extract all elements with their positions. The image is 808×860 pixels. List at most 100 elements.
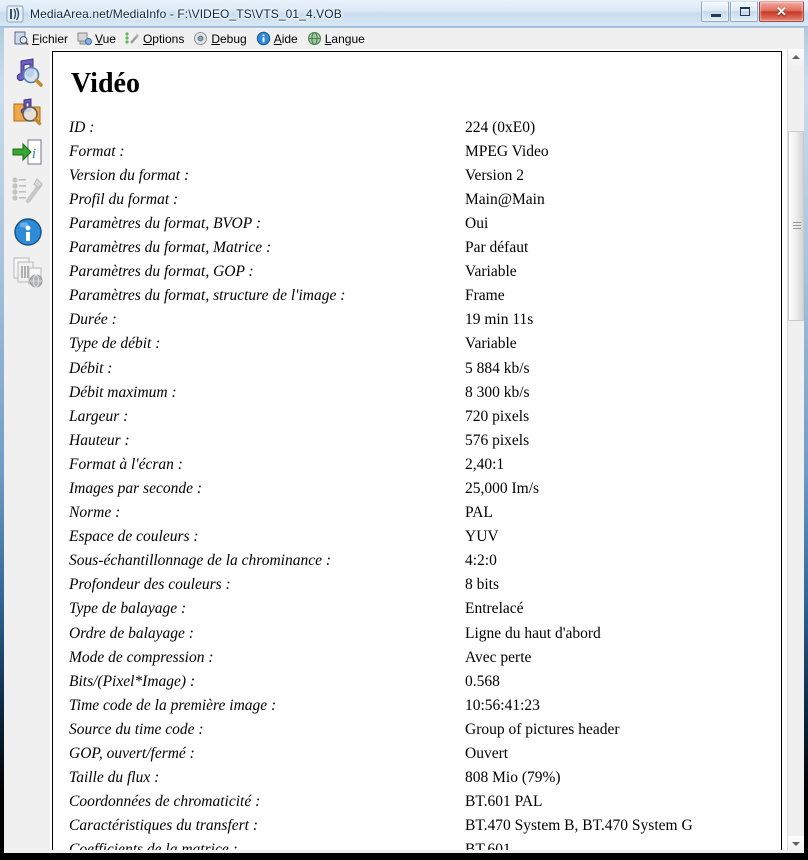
menu-item-vue[interactable]: Vue xyxy=(75,29,123,48)
menu-label-vue: Vue xyxy=(95,31,116,46)
menu-item-aide[interactable]: Aide xyxy=(254,29,305,48)
close-button[interactable]: ✕ xyxy=(759,1,804,22)
property-key: Format : xyxy=(69,142,125,160)
preferences-button[interactable] xyxy=(11,175,45,209)
property-key: Type de débit : xyxy=(69,335,161,353)
close-icon: ✕ xyxy=(776,3,787,19)
table-row: Durée : 19 min 11s xyxy=(69,309,781,333)
property-value: BT.470 System B, BT.470 System G xyxy=(465,817,693,835)
speaker-wave-icon xyxy=(6,5,24,23)
property-value: 0.568 xyxy=(465,672,500,690)
music-magnifier-icon xyxy=(16,58,43,87)
property-key: Paramètres du format, GOP : xyxy=(69,263,254,281)
property-key: GOP, ouvert/fermé : xyxy=(69,745,195,763)
import-button[interactable]: i xyxy=(11,135,45,169)
menu-label-debug: Debug xyxy=(211,31,247,46)
menu-item-debug[interactable]: Debug xyxy=(191,29,253,48)
property-value: Avec perte xyxy=(465,648,532,666)
property-value: MPEG Video xyxy=(465,142,549,160)
property-value: YUV xyxy=(465,528,499,546)
property-key: Type de balayage : xyxy=(69,600,187,618)
property-value: Variable xyxy=(465,263,517,281)
property-key: Norme : xyxy=(69,504,121,522)
window-controls: ✕ xyxy=(700,1,804,22)
table-row: Coordonnées de chromaticité : BT.601 PAL xyxy=(69,791,781,815)
property-value: Ouvert xyxy=(465,745,509,763)
video-properties-table: ID : 224 (0xE0) Format : MPEG Video Version … xyxy=(69,116,781,853)
maximize-button[interactable] xyxy=(730,1,758,22)
svg-text:i: i xyxy=(32,146,36,162)
property-key: Profil du format : xyxy=(69,190,179,208)
menu-item-langue[interactable]: Langue xyxy=(305,29,372,48)
property-value: 2,40:1 xyxy=(465,455,505,473)
property-key: Format à l'écran : xyxy=(69,455,183,473)
property-value: 25,000 Im/s xyxy=(465,480,540,497)
property-value: 10:56:41:23 xyxy=(465,696,540,714)
property-key: Débit maximum : xyxy=(69,383,177,401)
property-key: Bits/(Pixel*Image) : xyxy=(69,672,196,690)
file-search-icon xyxy=(14,31,29,46)
table-row: Caractéristiques du transfert : BT.470 Sy… xyxy=(69,815,781,839)
menu-item-fichier[interactable]: Fichier xyxy=(12,29,75,48)
table-row: Profil du format : Main@Main xyxy=(69,188,781,212)
scroll-down-icon xyxy=(792,842,800,846)
property-value: PAL xyxy=(465,504,493,522)
property-key: Images par seconde : xyxy=(69,480,203,497)
table-row: Paramètres du format, Matrice : Par défau… xyxy=(69,236,781,260)
open-file-button[interactable] xyxy=(11,55,45,89)
folder-magnifier-icon xyxy=(13,98,42,126)
property-value: 720 pixels xyxy=(465,407,530,425)
table-row: Type de débit : Variable xyxy=(69,333,781,357)
table-row: Taille du flux : 808 Mio (79%) xyxy=(69,767,781,791)
application-window: MediaArea.net/MediaInfo - F:\VIDEO_TS\VT… xyxy=(0,0,808,860)
menu-label-langue: Langue xyxy=(324,31,365,46)
table-row: GOP, ouvert/fermé : Ouvert xyxy=(69,742,781,766)
table-row: Bits/(Pixel*Image) : 0.568 xyxy=(69,670,781,694)
menu-label-fichier: Fichier xyxy=(32,31,69,46)
property-key: Ordre de balayage : xyxy=(69,624,194,642)
document-globe-icon xyxy=(13,257,43,288)
property-value: 224 (0xE0) xyxy=(465,118,536,136)
property-value: 4:2:0 xyxy=(465,552,497,570)
table-row: ID : 224 (0xE0) xyxy=(69,116,781,140)
property-value: Entrelacé xyxy=(465,600,524,618)
table-row: Format à l'écran : 2,40:1 xyxy=(69,453,781,477)
left-toolbar: i xyxy=(4,49,50,853)
property-value: Par défaut xyxy=(465,239,529,257)
property-value: Oui xyxy=(465,214,489,232)
property-key: Coordonnées de chromaticité : xyxy=(69,793,261,811)
minimize-icon xyxy=(711,14,721,17)
open-folder-button[interactable] xyxy=(11,95,45,129)
menu-item-options[interactable]: Options xyxy=(123,29,191,48)
property-value: Group of pictures header xyxy=(465,720,620,738)
client-area: Fichier Vue Options Debug Aide Langue i … xyxy=(4,28,804,853)
property-key: Hauteur : xyxy=(69,431,130,449)
property-key: Caractéristiques du transfert : xyxy=(69,817,259,835)
help-info-icon xyxy=(256,31,271,46)
property-value: BT.601 PAL xyxy=(465,793,543,811)
vertical-scrollbar[interactable] xyxy=(787,49,804,853)
window-title: MediaArea.net/MediaInfo - F:\VIDEO_TS\VT… xyxy=(30,6,342,21)
scrollbar-thumb[interactable] xyxy=(788,131,804,321)
export-button[interactable] xyxy=(11,255,45,289)
property-key: Paramètres du format, BVOP : xyxy=(69,214,261,232)
client-bottom-edge xyxy=(4,850,804,853)
debug-icon xyxy=(193,31,208,46)
property-value: Ligne du haut d'abord xyxy=(465,624,601,642)
property-value: Variable xyxy=(465,335,517,353)
property-key: Espace de couleurs : xyxy=(69,528,199,546)
title-bar[interactable]: MediaArea.net/MediaInfo - F:\VIDEO_TS\VT… xyxy=(0,0,808,27)
view-icon xyxy=(77,31,93,46)
media-info-document: Vidéo ID : 224 (0xE0) Format : MPEG Video Ve… xyxy=(52,51,782,853)
about-button[interactable] xyxy=(11,215,45,249)
table-row: Norme : PAL xyxy=(69,502,781,526)
scroll-up-button[interactable] xyxy=(788,49,804,66)
minimize-button[interactable] xyxy=(701,1,729,22)
table-row: Sous-échantillonnage de la chrominance :… xyxy=(69,550,781,574)
property-value: Main@Main xyxy=(465,190,545,208)
property-key: Time code de la première image : xyxy=(69,696,277,714)
scroll-up-icon xyxy=(792,55,800,59)
property-key: Débit : xyxy=(69,359,113,377)
property-key: Paramètres du format, Matrice : xyxy=(69,239,272,257)
table-row: Hauteur : 576 pixels xyxy=(69,429,781,453)
